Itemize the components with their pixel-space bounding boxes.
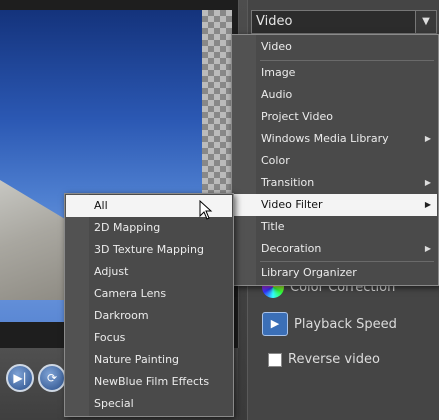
menu-item-label: Title xyxy=(261,220,285,233)
menu-item-label: Project Video xyxy=(261,110,333,123)
menu-item-label: All xyxy=(94,199,108,212)
menu-item-windows-media-library[interactable]: Windows Media Library ▶ xyxy=(233,128,437,150)
menu-item-decoration[interactable]: Decoration ▶ xyxy=(233,238,437,260)
menu-item-project-video[interactable]: Project Video xyxy=(233,106,437,128)
menu-item-label: Camera Lens xyxy=(94,287,167,300)
playback-speed-option[interactable]: ▶ Playback Speed xyxy=(262,312,397,340)
menu-item-label: Transition xyxy=(261,176,315,189)
menu-item-label: Darkroom xyxy=(94,309,149,322)
menu-item-label: Video Filter xyxy=(261,198,323,211)
menu-item-label: Adjust xyxy=(94,265,129,278)
menu-item-label: Nature Painting xyxy=(94,353,180,366)
playback-speed-icon: ▶ xyxy=(262,312,288,336)
video-filter-submenu: All 2D Mapping 3D Texture Mapping Adjust… xyxy=(64,193,234,417)
menu-item-label: Library Organizer xyxy=(261,266,357,279)
repeat-icon[interactable]: ⟳ xyxy=(38,364,66,392)
menu-item-label: Decoration xyxy=(261,242,322,255)
reverse-video-label: Reverse video xyxy=(288,352,380,367)
menu-item-label: Video xyxy=(261,40,292,53)
menu-item-title[interactable]: Title xyxy=(233,216,437,238)
mouse-cursor-icon xyxy=(199,200,213,220)
menu-item-label: Special xyxy=(94,397,134,410)
menu-item-audio[interactable]: Audio xyxy=(233,84,437,106)
submenu-item-newblue-film-effects[interactable]: NewBlue Film Effects xyxy=(66,371,232,393)
dropdown-value: Video xyxy=(256,14,293,29)
submenu-item-darkroom[interactable]: Darkroom xyxy=(66,305,232,327)
submenu-item-3d-texture-mapping[interactable]: 3D Texture Mapping xyxy=(66,239,232,261)
menu-item-label: 3D Texture Mapping xyxy=(94,243,204,256)
triangle-right-icon: ▶ xyxy=(424,244,431,253)
step-forward-icon[interactable]: ▶| xyxy=(6,364,34,392)
triangle-right-icon: ▶ xyxy=(424,200,431,209)
library-category-dropdown[interactable]: Video ▼ xyxy=(251,10,437,34)
triangle-right-icon: ▶ xyxy=(424,178,431,187)
submenu-item-adjust[interactable]: Adjust xyxy=(66,261,232,283)
submenu-item-special[interactable]: Special xyxy=(66,393,232,415)
playback-speed-label: Playback Speed xyxy=(294,316,397,332)
menu-item-label: Audio xyxy=(261,88,293,101)
submenu-item-focus[interactable]: Focus xyxy=(66,327,232,349)
menu-item-label: Windows Media Library xyxy=(261,132,389,145)
reverse-video-checkbox[interactable] xyxy=(268,352,282,367)
chevron-down-icon[interactable]: ▼ xyxy=(415,11,436,33)
menu-item-transition[interactable]: Transition ▶ xyxy=(233,172,437,194)
triangle-right-icon: ▶ xyxy=(424,134,431,143)
submenu-item-camera-lens[interactable]: Camera Lens xyxy=(66,283,232,305)
menu-item-video-filter[interactable]: Video Filter ▶ xyxy=(233,194,437,216)
menu-item-image[interactable]: Image xyxy=(233,62,437,84)
menu-item-label: NewBlue Film Effects xyxy=(94,375,210,388)
menu-item-library-organizer[interactable]: Library Organizer xyxy=(233,262,437,284)
submenu-item-2d-mapping[interactable]: 2D Mapping xyxy=(66,217,232,239)
menu-item-label: 2D Mapping xyxy=(94,221,161,234)
reverse-video-option[interactable]: Reverse video xyxy=(268,352,380,380)
menu-item-label: Image xyxy=(261,66,296,79)
menu-separator xyxy=(260,60,434,61)
menu-item-color[interactable]: Color xyxy=(233,150,437,172)
menu-item-label: Color xyxy=(261,154,290,167)
menu-item-video[interactable]: Video xyxy=(233,36,437,58)
category-menu: Video Image Audio Project Video Windows … xyxy=(231,34,439,286)
menu-item-label: Focus xyxy=(94,331,126,344)
submenu-item-nature-painting[interactable]: Nature Painting xyxy=(66,349,232,371)
